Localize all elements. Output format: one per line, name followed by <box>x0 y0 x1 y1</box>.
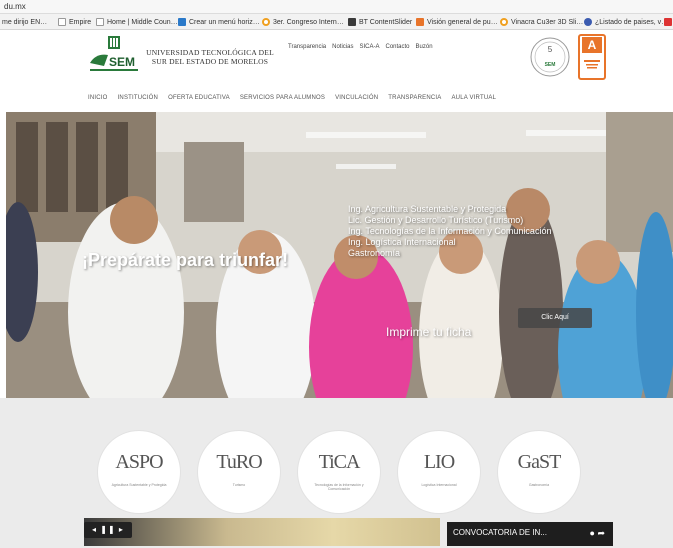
imprime-ficha-text: Imprime tu ficha <box>386 325 472 339</box>
utsem-logo[interactable]: SEM <box>88 36 140 76</box>
career-item: Lic. Gestión y Desarrollo Turístico (Tur… <box>348 215 524 225</box>
bookmark-item[interactable]: me dirijo EN… <box>2 17 47 27</box>
career-item: Ing. Tecnologías de la Información y Com… <box>348 226 552 236</box>
badge-decoration <box>581 58 603 72</box>
program-turismo[interactable]: TuRO Turismo <box>198 431 280 513</box>
url-text[interactable]: du.mx <box>4 2 26 11</box>
bookmarks-bar: me dirijo EN… Empire Home | Middle Coun…… <box>0 14 673 30</box>
top-link-transparencia[interactable]: Transparencia <box>288 44 326 50</box>
program-logistica[interactable]: LIO Logística Internacional <box>398 431 480 513</box>
program-caption: Turismo <box>232 483 246 487</box>
hero-title: ¡Prepárate para triunfar! <box>82 250 289 270</box>
top-link-contacto[interactable]: Contacto <box>386 44 410 50</box>
circle-icon <box>500 18 508 26</box>
bookmark-item[interactable]: BT ContentSlider <box>348 17 412 27</box>
main-nav: INICIO INSTITUCIÓN OFERTA EDUCATIVA SERV… <box>88 95 496 101</box>
program-aspo[interactable]: ASPO Agricultura Sustentable y Protegida <box>98 431 180 513</box>
anniversary-badge: 5 SEM <box>530 37 570 77</box>
svg-text:SEM: SEM <box>545 62 556 68</box>
bookmark-item[interactable]: Crear un menú horiz… <box>178 17 260 27</box>
logo-text: SEM <box>109 55 135 69</box>
program-mark: ASPO <box>115 451 163 473</box>
bookmark-item[interactable]: Visión general de pu… <box>416 17 498 27</box>
bookmark-item[interactable]: ¿Listado de paises, v… <box>584 17 668 27</box>
program-mark: TiCA <box>318 451 361 473</box>
career-item: Ing. Logística Internacional <box>348 237 456 247</box>
programs-section: ASPO Agricultura Sustentable y Protegida… <box>0 398 673 548</box>
hero-banner: ¡Prepárate para triunfar! Ing. Agricultu… <box>6 112 673 398</box>
nav-oferta-educativa[interactable]: OFERTA EDUCATIVA <box>168 95 230 101</box>
program-caption: Tecnologías de la Información y Comunica… <box>314 483 364 491</box>
news-slider[interactable] <box>84 518 440 546</box>
nav-vinculacion[interactable]: VINCULACIÓN <box>335 95 378 101</box>
program-mark: TuRO <box>216 451 262 473</box>
bookmark-icon <box>348 18 356 26</box>
bookmark-item[interactable]: Empire <box>58 17 91 27</box>
nav-servicios-alumnos[interactable]: SERVICIOS PARA ALUMNOS <box>240 95 325 101</box>
page-icon <box>58 18 66 26</box>
clic-aqui-button[interactable]: Clic Aquí <box>518 308 592 328</box>
bookmark-item[interactable]: Home | Middle Coun… <box>96 17 178 27</box>
careers-list: Ing. Agricultura Sustentable y Protegida… <box>348 204 551 259</box>
top-link-sica[interactable]: SICA-A <box>359 44 379 50</box>
convocatoria-banner[interactable]: CONVOCATORIA DE IN... ● ➦ <box>447 522 613 546</box>
program-tica[interactable]: TiCA Tecnologías de la Información y Com… <box>298 431 380 513</box>
top-links: Transparencia Noticias SICA-A Contacto B… <box>288 44 433 50</box>
top-link-noticias[interactable]: Noticias <box>332 44 353 50</box>
page-icon <box>96 18 104 26</box>
career-item: Gastronomía <box>348 248 401 258</box>
convocatoria-text: CONVOCATORIA DE IN... <box>453 528 547 537</box>
program-mark: GaST <box>517 451 562 473</box>
career-item: Ing. Agricultura Sustentable y Protegida <box>348 204 507 214</box>
nav-institucion[interactable]: INSTITUCIÓN <box>118 95 159 101</box>
svg-text:5: 5 <box>548 45 553 54</box>
program-caption: Gastronomía <box>528 483 550 487</box>
badge-letter: A <box>582 37 602 53</box>
bookmark-item[interactable]: 3er. Congreso Intern… <box>262 17 344 27</box>
bookmark-item[interactable]: Vinacra Cu3er 3D Sli… <box>500 17 583 27</box>
globe-icon <box>584 18 592 26</box>
certification-badge: A <box>578 34 606 80</box>
slider-controls[interactable]: ◂ ❚❚ ▸ <box>84 522 132 538</box>
nav-aula-virtual[interactable]: AULA VIRTUAL <box>451 95 496 101</box>
program-gastronomia[interactable]: GaST Gastronomía <box>498 431 580 513</box>
program-mark: LIO <box>423 451 455 473</box>
site-header: SEM UNIVERSIDAD TECNOLÓGICA DEL SUR DEL … <box>0 30 673 112</box>
program-caption: Logística Internacional <box>421 483 457 487</box>
address-bar[interactable]: du.mx <box>0 0 673 14</box>
nav-transparencia[interactable]: TRANSPARENCIA <box>388 95 441 101</box>
top-link-buzon[interactable]: Buzón <box>416 44 433 50</box>
bookmark-icon <box>416 18 424 26</box>
mail-icon <box>664 18 672 26</box>
circle-icon <box>262 18 270 26</box>
program-caption: Agricultura Sustentable y Protegida <box>111 483 167 487</box>
bookmark-icon <box>178 18 186 26</box>
nav-inicio[interactable]: INICIO <box>88 95 108 101</box>
clock-share-icon[interactable]: ● ➦ <box>590 528 605 539</box>
university-name: UNIVERSIDAD TECNOLÓGICA DEL SUR DEL ESTA… <box>146 48 274 66</box>
bookmark-item[interactable] <box>664 17 672 27</box>
